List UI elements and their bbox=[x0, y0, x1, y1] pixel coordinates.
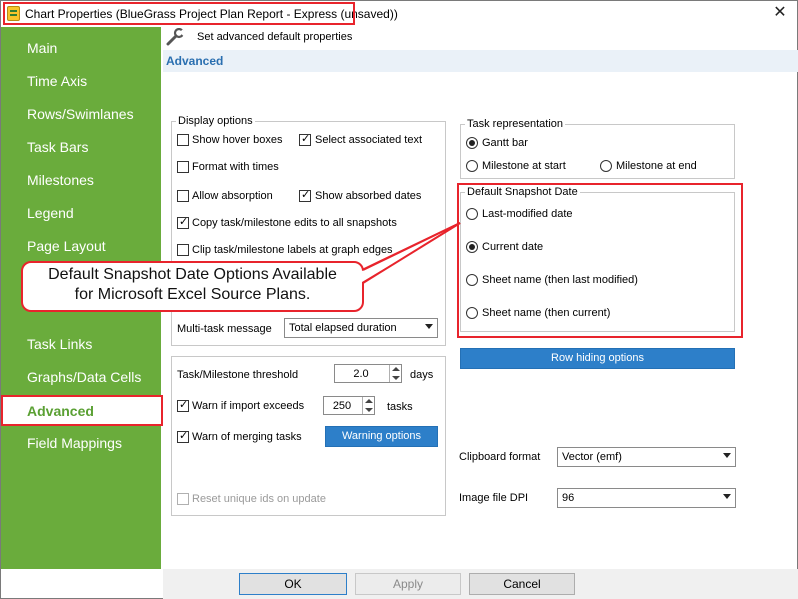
clipboard-format-select[interactable]: Vector (emf) bbox=[557, 447, 736, 467]
warn-import-checkbox[interactable] bbox=[177, 398, 189, 412]
wrench-icon bbox=[166, 28, 186, 46]
milestone-at-end-radio[interactable] bbox=[600, 160, 612, 172]
threshold-value: 2.0 bbox=[353, 368, 369, 380]
copy-edits-checkbox[interactable] bbox=[177, 215, 189, 229]
reset-ids-label: Reset unique ids on update bbox=[192, 493, 326, 505]
close-icon[interactable]: ✕ bbox=[768, 3, 792, 23]
warn-import-label: Warn if import exceeds bbox=[192, 400, 305, 412]
sidebar-item-main[interactable]: Main bbox=[27, 40, 57, 56]
sidebar-item-rows-swimlanes[interactable]: Rows/Swimlanes bbox=[27, 106, 134, 122]
milestone-at-start-radio[interactable] bbox=[466, 160, 478, 172]
chevron-down-icon bbox=[723, 453, 731, 458]
reset-ids-checkbox bbox=[177, 493, 189, 505]
clip-labels-checkbox[interactable] bbox=[177, 244, 189, 256]
allow-absorption-label: Allow absorption bbox=[192, 190, 273, 202]
header-subtitle: Set advanced default properties bbox=[197, 31, 353, 43]
milestone-at-end-label: Milestone at end bbox=[616, 160, 697, 172]
task-representation-legend: Task representation bbox=[465, 118, 565, 130]
format-with-times-label: Format with times bbox=[192, 161, 279, 173]
spin-down-icon[interactable] bbox=[392, 376, 400, 380]
gantt-bar-label: Gantt bar bbox=[482, 137, 528, 149]
threshold-spinner[interactable]: 2.0 bbox=[334, 364, 402, 383]
multi-task-message-label: Multi-task message bbox=[177, 323, 272, 335]
sidebar-item-task-links[interactable]: Task Links bbox=[27, 336, 92, 352]
chevron-down-icon bbox=[425, 324, 433, 329]
ok-button[interactable]: OK bbox=[239, 573, 347, 595]
warn-merging-label: Warn of merging tasks bbox=[192, 431, 302, 443]
sidebar-item-advanced-label: Advanced bbox=[27, 403, 94, 419]
milestone-at-start-label: Milestone at start bbox=[482, 160, 566, 172]
spin-up-icon[interactable] bbox=[392, 367, 400, 371]
snapshot-date-highlight-box bbox=[457, 183, 743, 338]
import-spinner-buttons[interactable] bbox=[362, 397, 374, 414]
title-highlight-box bbox=[3, 2, 355, 25]
warn-merging-checkbox[interactable] bbox=[177, 429, 189, 443]
sidebar-item-time-axis[interactable]: Time Axis bbox=[27, 73, 87, 89]
sidebar-item-field-mappings[interactable]: Field Mappings bbox=[27, 435, 122, 451]
sidebar-item-page-layout[interactable]: Page Layout bbox=[27, 238, 106, 254]
spin-down-icon[interactable] bbox=[365, 408, 373, 412]
chevron-down-icon bbox=[723, 494, 731, 499]
spin-up-icon[interactable] bbox=[365, 399, 373, 403]
clipboard-format-value: Vector (emf) bbox=[562, 451, 622, 463]
cancel-button[interactable]: Cancel bbox=[469, 573, 575, 595]
import-spinner[interactable]: 250 bbox=[323, 396, 375, 415]
callout-text: Default Snapshot Date Options Available … bbox=[21, 265, 364, 305]
image-dpi-label: Image file DPI bbox=[459, 492, 529, 504]
image-dpi-select[interactable]: 96 bbox=[557, 488, 736, 508]
threshold-unit: days bbox=[410, 369, 434, 381]
show-hover-boxes-checkbox[interactable] bbox=[177, 134, 189, 146]
section-header-bar bbox=[163, 50, 798, 72]
sidebar-item-graphs-data-cells[interactable]: Graphs/Data Cells bbox=[27, 369, 141, 385]
import-unit: tasks bbox=[387, 401, 413, 413]
show-hover-boxes-label: Show hover boxes bbox=[192, 134, 283, 146]
image-dpi-value: 96 bbox=[562, 492, 575, 504]
threshold-label: Task/Milestone threshold bbox=[177, 369, 299, 381]
display-options-legend: Display options bbox=[176, 115, 255, 127]
apply-button[interactable]: Apply bbox=[355, 573, 461, 595]
sidebar-item-legend[interactable]: Legend bbox=[27, 205, 74, 221]
warning-options-button[interactable]: Warning options bbox=[325, 426, 438, 447]
callout-line-1: Default Snapshot Date Options Available bbox=[48, 266, 337, 283]
section-title: Advanced bbox=[166, 54, 224, 68]
multi-task-message-select[interactable]: Total elapsed duration bbox=[284, 318, 438, 338]
sidebar-item-task-bars[interactable]: Task Bars bbox=[27, 139, 88, 155]
select-associated-text-checkbox[interactable] bbox=[299, 132, 311, 146]
threshold-spinner-buttons[interactable] bbox=[389, 365, 401, 382]
sidebar-item-milestones[interactable]: Milestones bbox=[27, 172, 94, 188]
row-hiding-options-button[interactable]: Row hiding options bbox=[460, 348, 735, 369]
gantt-bar-radio[interactable] bbox=[466, 137, 478, 149]
clipboard-format-label: Clipboard format bbox=[459, 451, 541, 463]
import-value: 250 bbox=[332, 400, 352, 412]
multi-task-message-value: Total elapsed duration bbox=[289, 322, 397, 334]
callout-line-2: for Microsoft Excel Source Plans. bbox=[74, 286, 311, 303]
sidebar-item-advanced[interactable]: Advanced bbox=[1, 395, 163, 426]
allow-absorption-checkbox[interactable] bbox=[177, 190, 189, 202]
select-associated-text-label: Select associated text bbox=[315, 134, 423, 146]
show-absorbed-dates-checkbox[interactable] bbox=[299, 188, 311, 202]
format-with-times-checkbox[interactable] bbox=[177, 161, 189, 173]
